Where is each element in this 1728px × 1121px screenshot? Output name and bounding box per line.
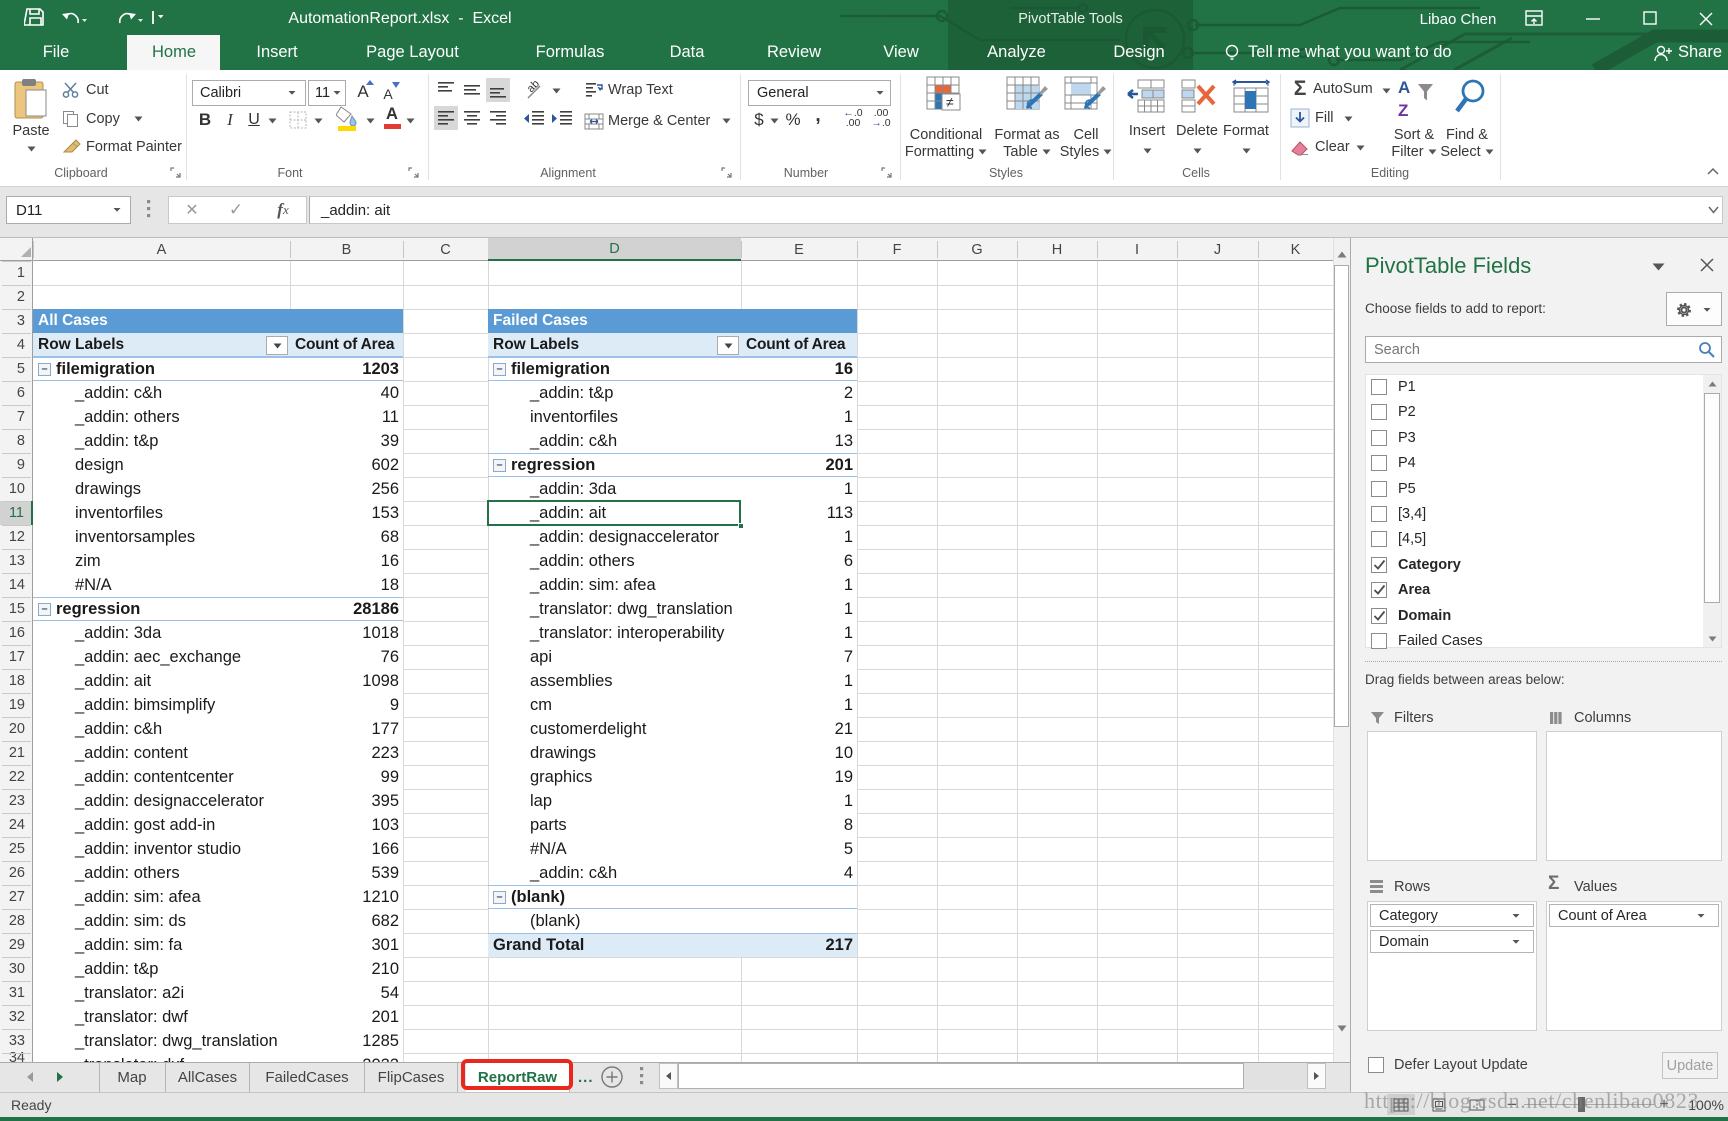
svg-text:≠: ≠ bbox=[946, 94, 954, 110]
svg-text:Z: Z bbox=[1398, 101, 1408, 120]
svg-text:A: A bbox=[1398, 78, 1410, 97]
svg-text:ab: ab bbox=[525, 78, 542, 95]
